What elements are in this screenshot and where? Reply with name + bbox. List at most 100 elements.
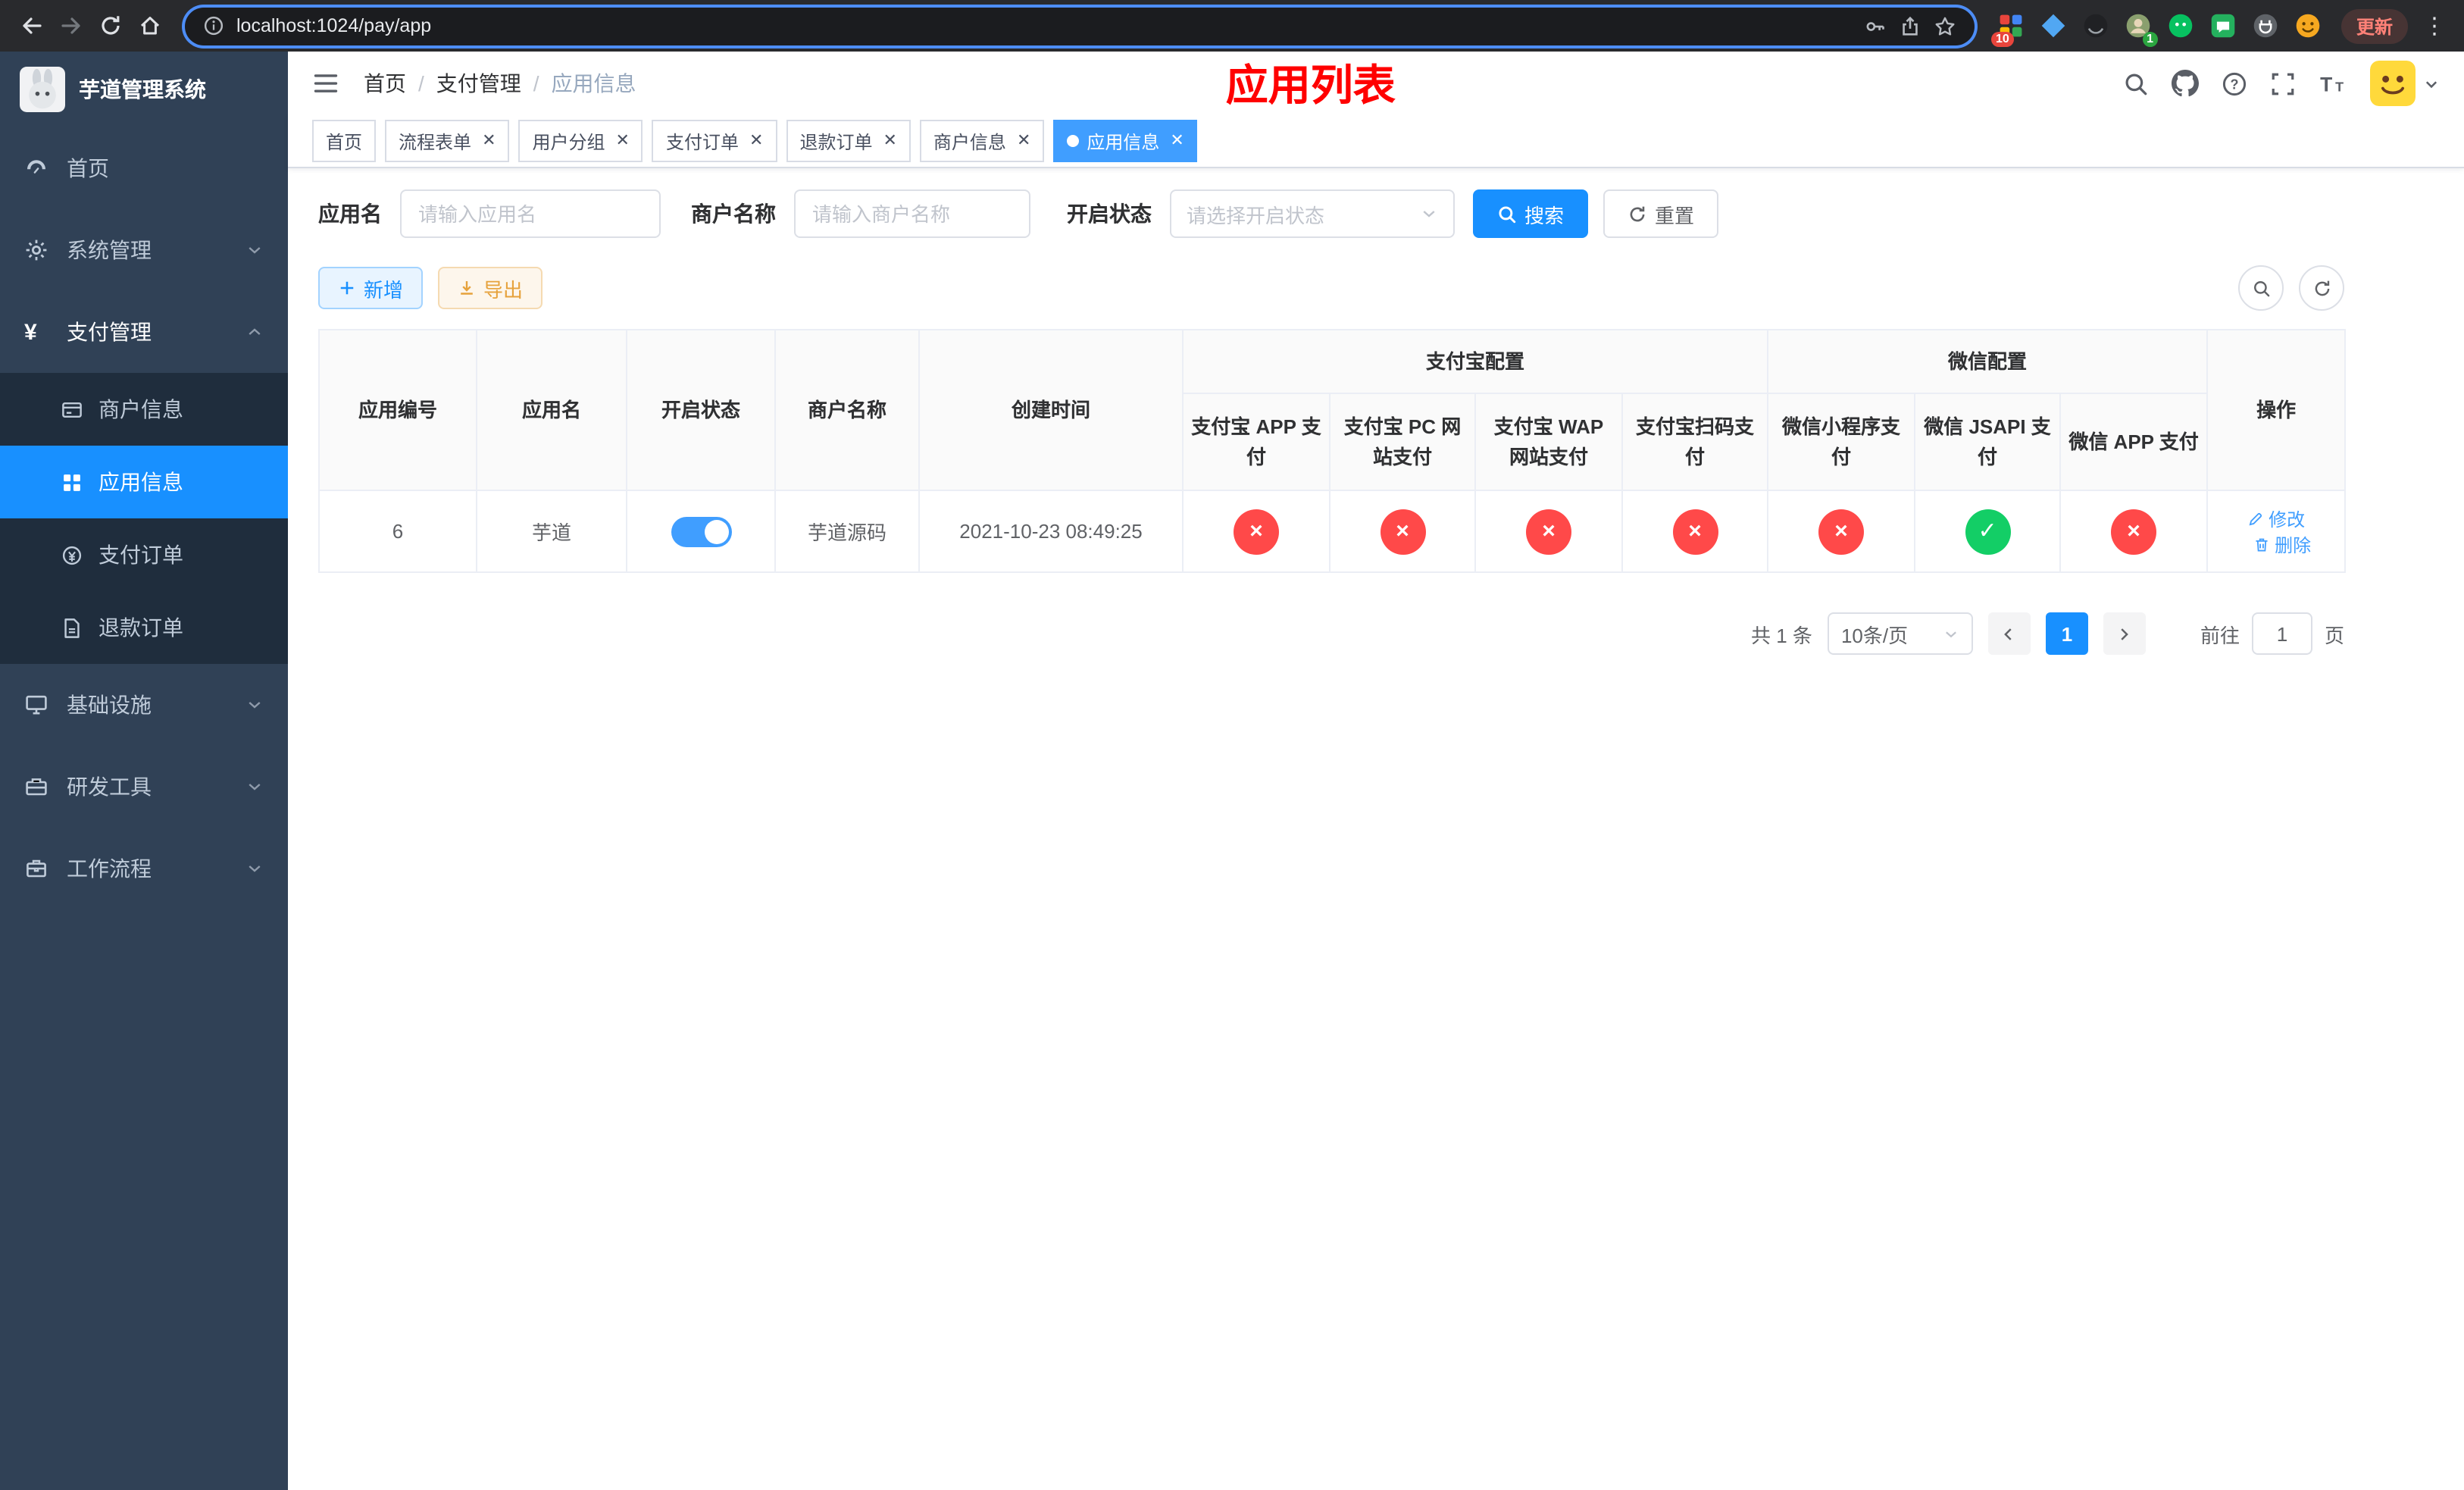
font-size-icon[interactable]: TT (2319, 70, 2347, 96)
close-icon[interactable]: ✕ (613, 132, 630, 149)
svg-text:T: T (2335, 79, 2344, 94)
edit-link[interactable]: 修改 (2247, 506, 2305, 531)
extension-diamond-icon[interactable] (2037, 9, 2070, 42)
alipay-qr-pay-status-cell: × (1621, 490, 1769, 573)
col-header-alipay-wap: 支付宝 WAP 网站支付 (1474, 393, 1623, 491)
sidebar-item-payment[interactable]: ¥ 支付管理 (0, 291, 288, 373)
col-header-create-time: 创建时间 (918, 329, 1184, 491)
close-icon[interactable]: ✕ (880, 132, 896, 149)
search-button[interactable]: 搜索 (1473, 189, 1589, 238)
delete-link[interactable]: 删除 (2253, 531, 2311, 557)
extension-green-circle-icon[interactable] (2164, 9, 2197, 42)
merchant-name-input[interactable] (794, 189, 1030, 238)
pencil-icon (2247, 510, 2264, 527)
col-header-alipay-pc: 支付宝 PC 网站支付 (1329, 393, 1476, 491)
next-page-button[interactable] (2103, 612, 2146, 655)
sidebar-item-label: 应用信息 (98, 470, 183, 494)
extension-dark-circle-icon[interactable] (2079, 9, 2112, 42)
tab-label: 退款订单 (799, 131, 873, 152)
share-icon[interactable] (1899, 14, 1921, 37)
status-select[interactable]: 请选择开启状态 (1170, 189, 1455, 238)
page-size-select[interactable]: 10条/页 (1827, 612, 1973, 655)
sidebar-item-devtools[interactable]: 研发工具 (0, 746, 288, 828)
sidebar-item-merchant-info[interactable]: 商户信息 (0, 373, 288, 446)
sidebar-item-system[interactable]: 系统管理 (0, 209, 288, 291)
reload-icon[interactable] (91, 6, 130, 45)
profile-avatar-icon[interactable]: 1 (2122, 9, 2158, 47)
table-row: 6 芋道 芋道源码 2021-10-23 08:49:25 × × × × × … (318, 490, 2347, 573)
browser-update-button[interactable]: 更新 (2340, 8, 2408, 43)
app-title: 芋道管理系统 (79, 77, 206, 102)
status-switch[interactable] (671, 516, 731, 546)
tab-process-form[interactable]: 流程表单 ✕ (385, 120, 510, 162)
toggle-search-icon[interactable] (2238, 265, 2284, 311)
close-icon[interactable]: ✕ (1014, 132, 1030, 149)
chevron-down-icon (245, 778, 264, 796)
password-key-icon[interactable] (1864, 14, 1887, 37)
refresh-table-icon[interactable] (2299, 265, 2344, 311)
tab-home[interactable]: 首页 (312, 120, 377, 162)
col-group-wechat: 微信配置 (1767, 329, 2209, 394)
sidebar-item-label: 基础设施 (67, 693, 152, 717)
app-name-label: 应用名 (318, 202, 382, 226)
tab-user-group[interactable]: 用户分组 ✕ (518, 120, 643, 162)
address-bar[interactable]: localhost:1024/pay/app (185, 7, 1975, 45)
export-button[interactable]: 导出 (438, 267, 543, 309)
col-header-wechat-mini: 微信小程序支付 (1767, 393, 1916, 491)
sidebar-item-pay-order[interactable]: 支付订单 (0, 518, 288, 591)
github-icon[interactable] (2172, 70, 2199, 97)
extension-emoji-icon[interactable] (2291, 9, 2325, 42)
reset-button[interactable]: 重置 (1603, 189, 1719, 238)
page-number-active[interactable]: 1 (2045, 612, 2088, 655)
close-icon[interactable]: ✕ (746, 132, 763, 149)
forward-icon[interactable] (52, 6, 91, 45)
sidebar-item-refund-order[interactable]: 退款订单 (0, 591, 288, 664)
browser-menu-icon[interactable]: ⋮ (2417, 12, 2452, 39)
extension-grid-icon[interactable]: 10 (1990, 9, 2028, 47)
back-icon[interactable] (12, 6, 52, 45)
search-icon[interactable] (2123, 70, 2149, 96)
prev-page-button[interactable] (1987, 612, 2031, 655)
goto-page-input[interactable] (2251, 612, 2312, 655)
chevron-down-icon (1420, 205, 1438, 223)
breadcrumb-payment[interactable]: 支付管理 (436, 68, 521, 99)
tab-label: 用户分组 (532, 131, 605, 152)
sidebar-item-label: 支付管理 (67, 320, 152, 344)
alipay-pc-pay-status-cell: × (1329, 490, 1476, 573)
sidebar-item-infrastructure[interactable]: 基础设施 (0, 664, 288, 746)
close-icon[interactable]: ✕ (479, 132, 496, 149)
sidebar-item-workflow[interactable]: 工作流程 (0, 828, 288, 909)
bookmark-star-icon[interactable] (1934, 14, 1956, 37)
fullscreen-icon[interactable] (2270, 70, 2296, 96)
tab-app-info[interactable]: 应用信息 ✕ (1053, 120, 1198, 162)
sidebar-item-label: 工作流程 (67, 856, 152, 881)
help-icon[interactable]: ? (2222, 70, 2247, 96)
add-button[interactable]: 新增 (318, 267, 424, 309)
site-info-icon[interactable] (203, 15, 224, 36)
sidebar-item-home[interactable]: 首页 (0, 127, 288, 209)
collapse-sidebar-icon[interactable] (312, 70, 339, 97)
tab-merchant-info[interactable]: 商户信息 ✕ (919, 120, 1045, 162)
grid-icon (61, 471, 83, 493)
trash-icon (2253, 536, 2270, 552)
home-icon[interactable] (130, 6, 170, 45)
extension-chat-icon[interactable] (2206, 9, 2240, 42)
app-name-input[interactable] (400, 189, 661, 238)
sidebar-item-app-info[interactable]: 应用信息 (0, 446, 288, 518)
tab-pay-order[interactable]: 支付订单 ✕ (652, 120, 777, 162)
app-table: 应用编号 应用名 开启状态 商户名称 创建时间 支付宝配置 微信配置 操作 支付… (318, 329, 2347, 573)
user-menu[interactable] (2370, 61, 2440, 106)
sidebar-item-label: 系统管理 (67, 238, 152, 262)
chevron-down-icon (245, 859, 264, 878)
disabled-cross-icon: × (1380, 509, 1425, 554)
close-icon[interactable]: ✕ (1167, 132, 1184, 149)
breadcrumb-home[interactable]: 首页 (364, 68, 406, 99)
enabled-check-icon: ✓ (1965, 509, 2011, 554)
url-text[interactable]: localhost:1024/pay/app (236, 15, 431, 36)
table-tools (2238, 265, 2344, 311)
caret-down-icon (2423, 75, 2440, 92)
extension-plug-icon[interactable] (2249, 9, 2282, 42)
tab-refund-order[interactable]: 退款订单 ✕ (786, 120, 911, 162)
tab-label: 流程表单 (399, 131, 472, 152)
toolbox-icon (24, 775, 48, 799)
